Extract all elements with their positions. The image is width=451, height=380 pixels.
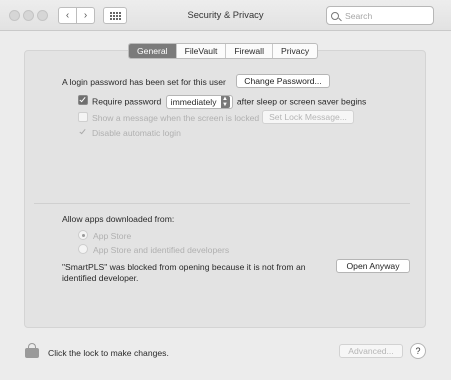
open-anyway-button[interactable]: Open Anyway: [336, 259, 410, 273]
require-password-label: Require password: [92, 96, 162, 107]
help-button[interactable]: ?: [410, 343, 426, 359]
chevron-updown-icon: ▲ ▼: [220, 96, 230, 108]
tab-filevault[interactable]: FileVault: [175, 44, 226, 58]
blocked-message-line2: identified developer.: [62, 273, 139, 283]
search-field[interactable]: [326, 6, 434, 25]
app-store-radio[interactable]: [78, 230, 88, 240]
require-password-suffix: after sleep or screen saver begins: [236, 96, 367, 107]
blocked-message-line1: "SmartPLS" was blocked from opening beca…: [62, 262, 306, 272]
general-panel: [24, 50, 426, 328]
disable-auto-login-checkbox[interactable]: [78, 127, 88, 137]
tab-general[interactable]: General: [129, 44, 176, 58]
search-icon: [331, 11, 339, 20]
require-password-delay-value: immediately: [170, 97, 217, 107]
identified-developers-option: App Store and identified developers: [78, 244, 229, 255]
allow-apps-heading: Allow apps downloaded from:: [62, 214, 175, 224]
tab-bar: General FileVault Firewall Privacy: [128, 43, 319, 59]
lock-icon[interactable]: [25, 343, 39, 358]
search-input[interactable]: [345, 10, 425, 21]
section-divider: [34, 203, 410, 204]
security-privacy-window: ‹ › Security & Privacy General FileVault…: [0, 0, 451, 380]
tab-firewall[interactable]: Firewall: [225, 44, 272, 58]
show-message-label: Show a message when the screen is locked: [92, 113, 260, 123]
change-password-button[interactable]: Change Password...: [236, 74, 330, 88]
require-password-delay-select[interactable]: immediately ▲ ▼: [165, 95, 233, 109]
show-message-row: Show a message when the screen is locked: [78, 112, 259, 123]
tab-privacy[interactable]: Privacy: [271, 44, 317, 58]
identified-developers-label: App Store and identified developers: [93, 245, 230, 255]
set-lock-message-button[interactable]: Set Lock Message...: [262, 110, 354, 124]
app-store-label: App Store: [93, 231, 132, 241]
disable-auto-login-label: Disable automatic login: [92, 128, 181, 138]
title-bar: ‹ › Security & Privacy: [0, 0, 451, 31]
login-password-text: A login password has been set for this u…: [62, 77, 226, 87]
lock-message: Click the lock to make changes.: [48, 348, 169, 358]
show-message-checkbox[interactable]: [78, 112, 88, 122]
require-password-checkbox[interactable]: [78, 95, 88, 106]
identified-developers-radio[interactable]: [78, 244, 88, 254]
require-password-row: Require password immediately ▲ ▼ after sle…: [78, 95, 366, 109]
disable-auto-login-row: Disable automatic login: [78, 127, 181, 138]
advanced-button[interactable]: Advanced...: [339, 344, 403, 358]
app-store-option: App Store: [78, 230, 131, 241]
